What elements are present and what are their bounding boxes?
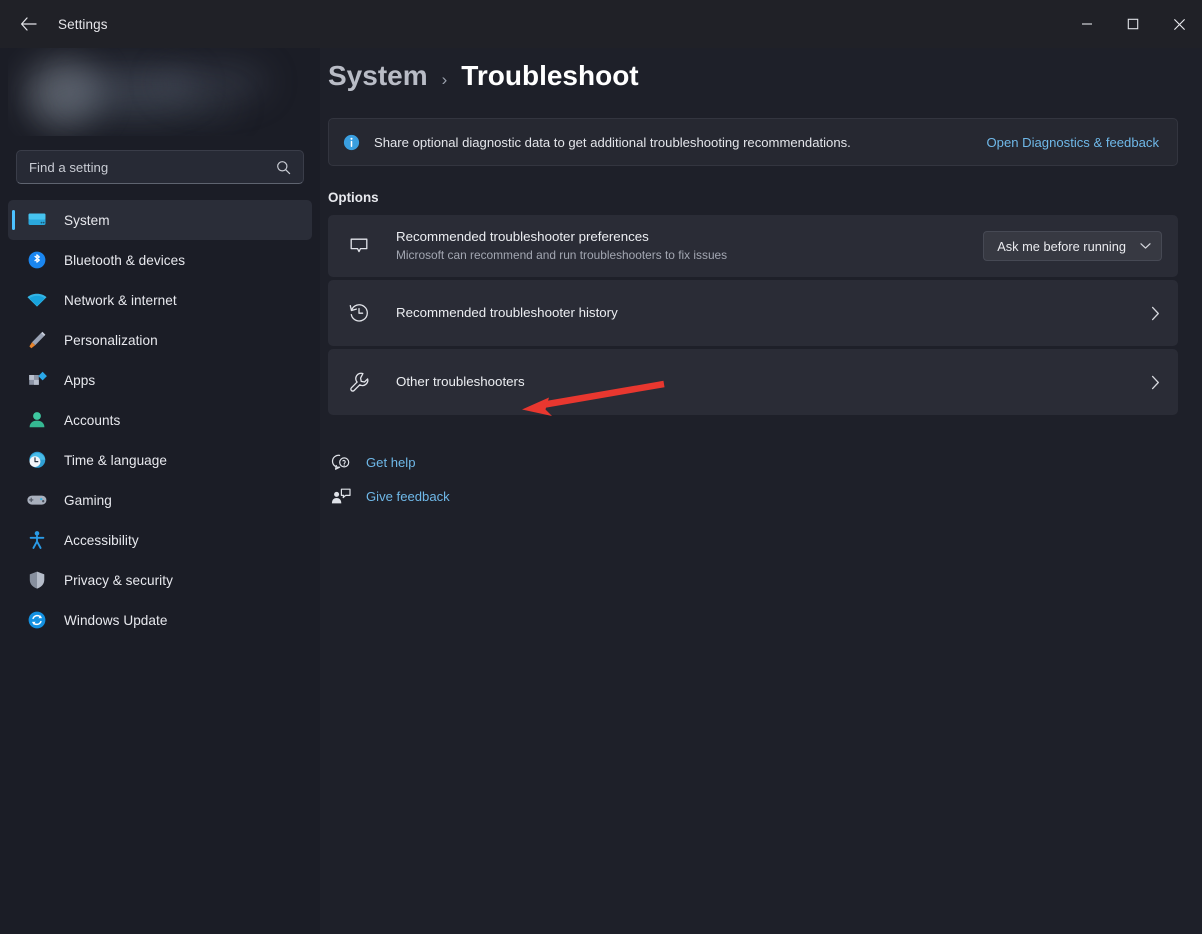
back-button[interactable] bbox=[10, 8, 46, 40]
breadcrumb: System › Troubleshoot bbox=[320, 48, 1202, 92]
page-title: Troubleshoot bbox=[461, 60, 639, 91]
feedback-person-icon bbox=[328, 487, 354, 505]
chevron-right-icon[interactable] bbox=[1151, 306, 1162, 321]
sidebar-item-label: Accounts bbox=[64, 412, 121, 428]
search-placeholder: Find a setting bbox=[29, 159, 109, 175]
breadcrumb-root[interactable]: System bbox=[328, 60, 428, 92]
sidebar-item-accounts[interactable]: Accounts bbox=[8, 400, 312, 440]
row-title: Recommended troubleshooter preferences bbox=[396, 229, 649, 245]
update-refresh-icon bbox=[26, 609, 48, 631]
help-question-icon bbox=[328, 453, 354, 471]
footer-links: Get help Give feedback bbox=[328, 445, 1202, 513]
row-body: Recommended troubleshooter history bbox=[396, 304, 1151, 321]
minimize-icon bbox=[1081, 18, 1093, 30]
bluetooth-icon bbox=[26, 249, 48, 271]
settings-window: Settings Find a setting System Bluetooth… bbox=[0, 0, 1202, 934]
clock-globe-icon bbox=[26, 449, 48, 471]
accessibility-icon bbox=[26, 529, 48, 551]
dropdown-selected-value: Ask me before running bbox=[997, 238, 1126, 254]
main-content: System › Troubleshoot Share optional dia… bbox=[320, 48, 1202, 934]
close-icon bbox=[1173, 18, 1186, 31]
sidebar-item-label: Apps bbox=[64, 372, 96, 388]
wifi-icon bbox=[26, 289, 48, 311]
link-label: Give feedback bbox=[366, 488, 450, 504]
sidebar-item-label: Network & internet bbox=[64, 292, 177, 308]
sidebar-item-personalization[interactable]: Personalization bbox=[8, 320, 312, 360]
row-title: Other troubleshooters bbox=[396, 374, 525, 390]
sidebar-item-label: Gaming bbox=[64, 492, 112, 508]
link-label: Get help bbox=[366, 454, 416, 470]
message-bubble-icon bbox=[344, 235, 374, 257]
window-controls bbox=[1064, 0, 1202, 48]
sidebar-item-time-language[interactable]: Time & language bbox=[8, 440, 312, 480]
row-recommended-troubleshooter-preferences[interactable]: Recommended troubleshooter preferences M… bbox=[328, 215, 1178, 277]
monitor-icon bbox=[26, 209, 48, 231]
sidebar-item-label: Bluetooth & devices bbox=[64, 252, 186, 268]
row-body: Other troubleshooters bbox=[396, 373, 1151, 390]
minimize-button[interactable] bbox=[1064, 0, 1110, 48]
sidebar-item-label: Windows Update bbox=[64, 612, 168, 628]
sidebar-item-accessibility[interactable]: Accessibility bbox=[8, 520, 312, 560]
app-title: Settings bbox=[58, 16, 108, 32]
banner-text: Share optional diagnostic data to get ad… bbox=[374, 134, 851, 150]
apps-icon bbox=[26, 369, 48, 391]
sidebar-item-label: Privacy & security bbox=[64, 572, 173, 588]
sidebar-item-label: Accessibility bbox=[64, 532, 139, 548]
wrench-icon bbox=[344, 371, 374, 393]
sidebar-item-apps[interactable]: Apps bbox=[8, 360, 312, 400]
row-body: Recommended troubleshooter preferences M… bbox=[396, 228, 983, 264]
profile-blur-blob bbox=[38, 90, 238, 124]
options-section-title: Options bbox=[328, 190, 379, 205]
shield-icon bbox=[26, 569, 48, 591]
sidebar-item-system[interactable]: System bbox=[8, 200, 312, 240]
gamepad-icon bbox=[26, 489, 48, 511]
sidebar-item-windows-update[interactable]: Windows Update bbox=[8, 600, 312, 640]
sidebar-item-label: System bbox=[64, 212, 110, 228]
row-subtitle: Microsoft can recommend and run troubles… bbox=[396, 248, 728, 263]
maximize-icon bbox=[1127, 18, 1139, 30]
give-feedback-link[interactable]: Give feedback bbox=[328, 479, 1202, 513]
paintbrush-icon bbox=[26, 329, 48, 351]
info-icon bbox=[343, 134, 360, 151]
back-arrow-icon bbox=[20, 17, 37, 31]
chevron-right-icon[interactable] bbox=[1151, 375, 1162, 390]
person-icon bbox=[26, 409, 48, 431]
titlebar: Settings bbox=[0, 0, 1202, 48]
row-other-troubleshooters[interactable]: Other troubleshooters bbox=[328, 349, 1178, 415]
sidebar-item-label: Personalization bbox=[64, 332, 158, 348]
sidebar: Find a setting System Bluetooth & device… bbox=[0, 48, 320, 934]
get-help-link[interactable]: Get help bbox=[328, 445, 1202, 479]
sidebar-item-gaming[interactable]: Gaming bbox=[8, 480, 312, 520]
sidebar-item-privacy-security[interactable]: Privacy & security bbox=[8, 560, 312, 600]
history-icon bbox=[344, 302, 374, 324]
recommended-troubleshooter-preferences-dropdown[interactable]: Ask me before running bbox=[983, 231, 1162, 261]
diagnostic-banner: Share optional diagnostic data to get ad… bbox=[328, 118, 1178, 166]
sidebar-item-network-internet[interactable]: Network & internet bbox=[8, 280, 312, 320]
sidebar-item-bluetooth-devices[interactable]: Bluetooth & devices bbox=[8, 240, 312, 280]
sidebar-item-label: Time & language bbox=[64, 452, 168, 468]
close-button[interactable] bbox=[1156, 0, 1202, 48]
maximize-button[interactable] bbox=[1110, 0, 1156, 48]
row-recommended-troubleshooter-history[interactable]: Recommended troubleshooter history bbox=[328, 280, 1178, 346]
sidebar-nav: System Bluetooth & devices Network & int… bbox=[0, 200, 320, 640]
search-input[interactable]: Find a setting bbox=[16, 150, 304, 184]
open-diagnostics-feedback-link[interactable]: Open Diagnostics & feedback bbox=[986, 135, 1159, 150]
breadcrumb-separator-icon: › bbox=[441, 70, 448, 89]
search-icon[interactable] bbox=[276, 160, 291, 175]
row-title: Recommended troubleshooter history bbox=[396, 305, 618, 321]
chevron-down-icon bbox=[1140, 237, 1151, 255]
user-profile-blurred[interactable] bbox=[8, 48, 312, 136]
